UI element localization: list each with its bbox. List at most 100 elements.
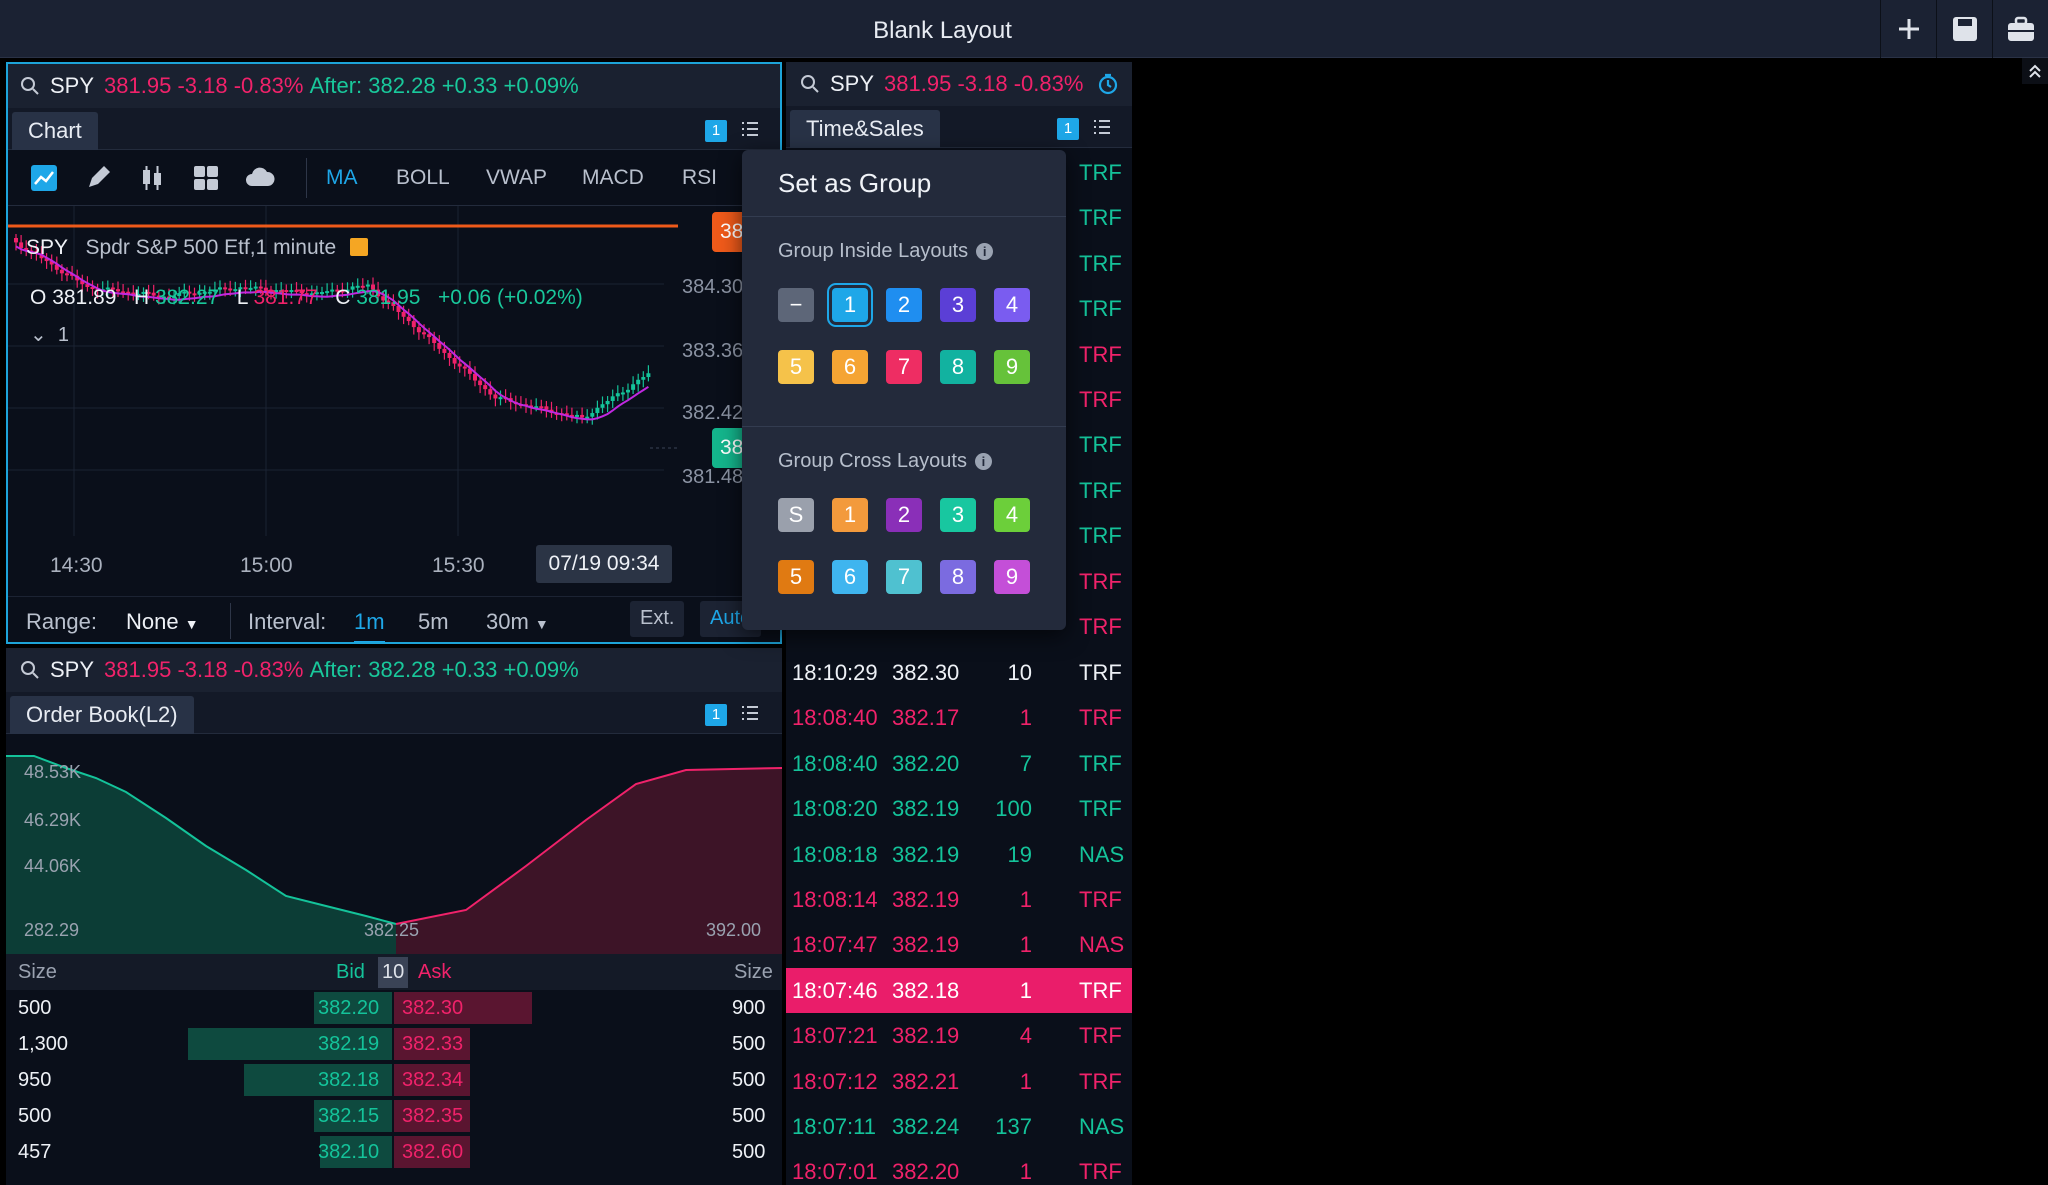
search-icon[interactable] xyxy=(20,76,40,96)
trade-row[interactable]: 18:07:01 382.20 1 TRF xyxy=(786,1149,1132,1185)
trade-exchange: TRF xyxy=(1079,1159,1122,1185)
cross-group-button-8[interactable]: 8 xyxy=(940,560,976,594)
indicator-ma[interactable]: MA xyxy=(326,166,358,190)
plus-icon[interactable] xyxy=(1880,0,1936,58)
inside-group-button-2[interactable]: 2 xyxy=(886,288,922,322)
note-icon[interactable] xyxy=(350,238,368,256)
interval-5m[interactable]: 5m xyxy=(418,609,449,635)
inside-group-button-7[interactable]: 7 xyxy=(886,350,922,384)
ext-button[interactable]: Ext. xyxy=(630,601,685,637)
briefcase-icon[interactable] xyxy=(1992,0,2048,58)
cross-group-button-s[interactable]: S xyxy=(778,498,814,532)
chart-type-icon[interactable] xyxy=(26,160,62,196)
list-icon[interactable] xyxy=(740,119,760,139)
group-badge[interactable]: 1 xyxy=(1057,118,1079,140)
search-icon[interactable] xyxy=(20,660,40,680)
inside-group-button-9[interactable]: 9 xyxy=(994,350,1030,384)
trade-row[interactable]: 18:07:47 382.19 1 NAS xyxy=(786,922,1132,967)
change-pct-value: (+0.02%) xyxy=(496,286,583,309)
save-icon[interactable] xyxy=(1936,0,1992,58)
inside-group-button-none[interactable]: − xyxy=(778,288,814,322)
inside-group-button-6[interactable]: 6 xyxy=(832,350,868,384)
candlestick-icon[interactable] xyxy=(134,160,170,196)
info-icon[interactable]: i xyxy=(974,453,992,470)
interval-1m[interactable]: 1m xyxy=(354,609,385,642)
trade-price: 382.19 xyxy=(892,932,960,958)
trade-time: 18:08:14 xyxy=(792,887,878,912)
depth-y-tick: 46.29K xyxy=(24,810,82,830)
indicator-macd[interactable]: MACD xyxy=(582,166,644,190)
interval-30m[interactable]: 30m ▼ xyxy=(486,609,549,635)
search-icon[interactable] xyxy=(800,74,820,94)
quote-bar[interactable]: SPY 381.95 -3.18 -0.83% After: 382.28 +0… xyxy=(6,648,782,692)
tab-time-sales[interactable]: Time&Sales xyxy=(790,110,940,148)
cross-group-button-9[interactable]: 9 xyxy=(994,560,1030,594)
trade-row[interactable]: 18:07:12 382.21 1 TRF xyxy=(786,1059,1132,1104)
ask-size: 900 xyxy=(732,997,766,1019)
after-label: After: xyxy=(309,657,363,682)
tab-row: Time&Sales 1 xyxy=(786,106,1132,148)
pencil-icon[interactable] xyxy=(80,160,116,196)
cross-group-button-3[interactable]: 3 xyxy=(940,498,976,532)
tab-orderbook[interactable]: Order Book(L2) xyxy=(10,696,194,734)
trade-exchange: TRF xyxy=(1079,341,1122,367)
inside-layouts-text: Group Inside Layouts xyxy=(778,240,969,262)
quote-bar[interactable]: SPY 381.95 -3.18 -0.83% xyxy=(786,62,1132,106)
inside-layouts-label: Group Inside Layouts i xyxy=(778,240,994,263)
indicator-vwap[interactable]: VWAP xyxy=(486,166,547,190)
cross-group-button-1[interactable]: 1 xyxy=(832,498,868,532)
inside-group-button-3[interactable]: 3 xyxy=(940,288,976,322)
trade-size: 1 xyxy=(1019,887,1032,912)
list-icon[interactable] xyxy=(740,703,760,723)
tab-chart[interactable]: Chart xyxy=(12,112,98,150)
cross-group-button-4[interactable]: 4 xyxy=(994,498,1030,532)
indicator-boll[interactable]: BOLL xyxy=(396,166,450,190)
last-price: 381.95 xyxy=(884,71,952,96)
orderbook-row[interactable]: 500 382.20 382.30 900 xyxy=(6,990,782,1026)
range-select[interactable]: None ▼ xyxy=(126,609,199,635)
last-price: 381.95 xyxy=(104,73,172,98)
orderbook-row[interactable]: 500 382.15 382.35 500 xyxy=(6,1098,782,1134)
info-icon[interactable]: i xyxy=(976,243,994,260)
trade-time: 18:07:11 xyxy=(792,1114,877,1139)
timer-icon[interactable] xyxy=(1097,73,1119,95)
cross-group-button-6[interactable]: 6 xyxy=(832,560,868,594)
trade-row[interactable]: 18:10:29 382.30 10 TRF xyxy=(786,650,1132,695)
trade-row[interactable]: 18:07:11 382.24 137 NAS xyxy=(786,1104,1132,1149)
inside-group-button-4[interactable]: 4 xyxy=(994,288,1030,322)
trade-row[interactable]: 18:08:20 382.19 100 TRF xyxy=(786,786,1132,831)
trade-time: 18:07:46 xyxy=(792,977,878,1003)
inside-group-button-5[interactable]: 5 xyxy=(778,350,814,384)
indicator-rsi[interactable]: RSI xyxy=(682,166,717,190)
orderbook-row[interactable]: 950 382.18 382.34 500 xyxy=(6,1062,782,1098)
layout-grid-icon[interactable] xyxy=(188,160,224,196)
bid-size: 1,300 xyxy=(18,1033,69,1055)
cloud-icon[interactable] xyxy=(242,160,278,196)
trade-row[interactable]: 18:08:14 382.19 1 TRF xyxy=(786,877,1132,922)
ma-toggle[interactable]: ⌄ 1 xyxy=(30,322,69,347)
group-badge[interactable]: 1 xyxy=(705,120,727,142)
trade-row[interactable]: 18:08:18 382.19 19 NAS xyxy=(786,832,1132,877)
ohlc-legend: O 381.89 H 382.27 L 381.77 C 381.95 +0.0… xyxy=(30,286,583,310)
trade-row[interactable]: 18:08:40 382.20 7 TRF xyxy=(786,741,1132,786)
trade-price: 382.20 xyxy=(892,1159,960,1185)
cross-group-button-7[interactable]: 7 xyxy=(886,560,922,594)
trade-exchange: TRF xyxy=(1079,796,1122,822)
caret-down-icon: ▼ xyxy=(534,616,549,632)
trade-row[interactable]: 18:08:40 382.17 1 TRF xyxy=(786,695,1132,740)
trade-row[interactable]: 18:07:21 382.19 4 TRF xyxy=(786,1013,1132,1058)
trade-row[interactable]: 18:07:46 382.18 1 TRF xyxy=(786,967,1132,1013)
inside-group-button-1[interactable]: 1 xyxy=(827,283,873,327)
list-icon[interactable] xyxy=(1092,117,1112,137)
quote-bar[interactable]: SPY 381.95 -3.18 -0.83% After: 382.28 +0… xyxy=(8,64,780,108)
inside-group-button-8[interactable]: 8 xyxy=(940,350,976,384)
group-badge[interactable]: 1 xyxy=(705,704,727,726)
trade-exchange: TRF xyxy=(1079,160,1122,185)
collapse-up-icon[interactable] xyxy=(2022,58,2048,84)
cross-group-button-2[interactable]: 2 xyxy=(886,498,922,532)
levels-selector[interactable]: 10 xyxy=(378,957,409,988)
orderbook-row[interactable]: 1,300 382.19 382.33 500 xyxy=(6,1026,782,1062)
top-toolbar xyxy=(1880,0,2048,58)
orderbook-row[interactable]: 457 382.10 382.60 500 xyxy=(6,1134,782,1170)
cross-group-button-5[interactable]: 5 xyxy=(778,560,814,594)
